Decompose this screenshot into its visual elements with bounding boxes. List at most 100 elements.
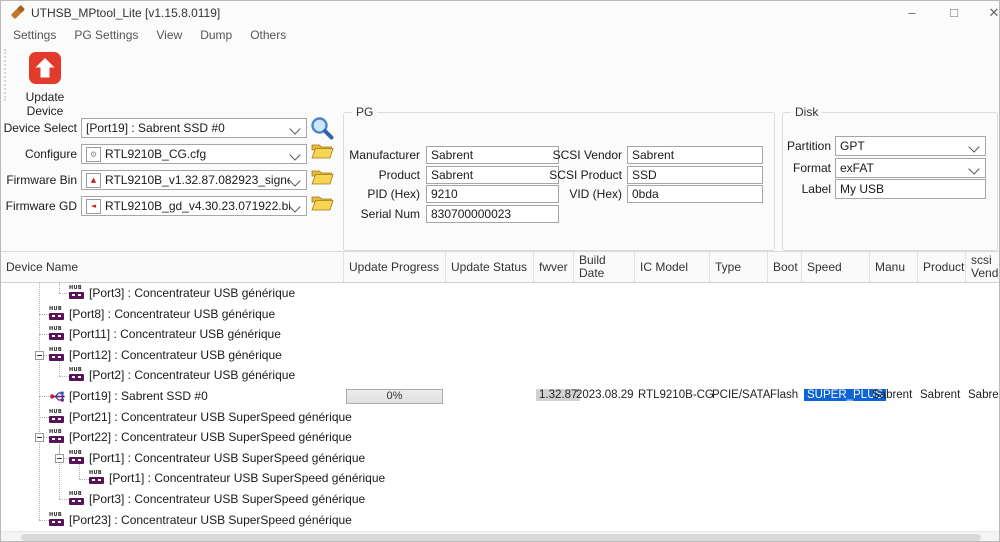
update-device-label: Update Device	[7, 90, 83, 118]
combo-firmware-gd[interactable]: ◄RTL9210B_gd_v4.30.23.071922.bin	[81, 196, 307, 216]
close-button[interactable]: ✕	[979, 1, 1000, 25]
gd-file-icon: ◄	[86, 199, 101, 214]
tree-row[interactable]: HUB[Port12] : Concentrateur USB génériqu…	[1, 345, 1000, 366]
input-value: Sabrent	[431, 148, 473, 162]
hub-icon-bar	[49, 313, 64, 320]
tree-row[interactable]: HUB[Port1] : Concentrateur USB SuperSpee…	[1, 448, 1000, 469]
hub-icon-bar	[69, 292, 84, 299]
hub-icon-bar	[89, 477, 104, 484]
scrollbar-thumb[interactable]	[21, 534, 981, 541]
usb-hub-icon: HUB	[49, 348, 65, 362]
tree-connector-line	[39, 520, 49, 521]
tree-item-label: [Port11] : Concentrateur USB générique	[69, 327, 281, 341]
minus-glyph	[37, 437, 42, 438]
column-header-update-progress[interactable]: Update Progress	[344, 252, 446, 282]
tree-row[interactable]: HUB[Port2] : Concentrateur USB générique	[1, 365, 1000, 386]
pg-input-serial-num[interactable]: 830700000023	[426, 205, 559, 223]
hub-icon-bar	[49, 519, 64, 526]
tree-expander-collapse[interactable]	[55, 454, 64, 463]
column-header-build-date[interactable]: Build Date	[574, 252, 635, 282]
cell-manu: Sabrent	[872, 389, 912, 401]
column-header-product[interactable]: Product	[918, 252, 966, 282]
hub-icon-bar	[49, 333, 64, 340]
disk-format-combo[interactable]: exFAT	[835, 158, 986, 178]
tree-expander-collapse[interactable]	[35, 433, 44, 442]
tree-connector-line	[39, 396, 49, 397]
menu-item-dump[interactable]: Dump	[191, 28, 241, 42]
tree-item-label: [Port8] : Concentrateur USB générique	[69, 307, 275, 321]
disk-partition-combo[interactable]: GPT	[835, 136, 986, 156]
column-header-update-status[interactable]: Update Status	[446, 252, 534, 282]
hub-icon-bar	[69, 374, 84, 381]
combo-device-select[interactable]: [Port19] : Sabrent SSD #0	[81, 118, 307, 138]
minimize-button[interactable]: –	[897, 1, 927, 25]
usb-hub-icon: HUB	[49, 327, 65, 341]
app-window: UTHSB_MPtool_Lite [v1.15.8.0119] – □ ✕ S…	[0, 0, 1000, 542]
combo-firmware-bin[interactable]: ▲RTL9210B_v1.32.87.082923_signed.bin	[81, 170, 307, 190]
tree-row[interactable]: HUB [Port8] : Concentrateur USB générique	[1, 304, 1000, 325]
chevron-down-icon	[968, 163, 979, 174]
column-header-type[interactable]: Type	[710, 252, 768, 282]
tree-row[interactable]: HUB [Port11] : Concentrateur USB génériqu…	[1, 324, 1000, 345]
hub-icon-text: HUB	[69, 368, 85, 373]
column-header-boot[interactable]: Boot	[768, 252, 802, 282]
open-folder-button[interactable]	[311, 167, 334, 189]
hub-icon-bar	[69, 457, 84, 464]
combo-value: RTL9210B_v1.32.87.082923_signed.bin	[105, 173, 290, 187]
usb-hub-icon: HUB	[49, 410, 65, 424]
column-header-manu[interactable]: Manu	[870, 252, 918, 282]
cfg-file-icon: ⚙	[86, 147, 101, 162]
usb-hub-icon: HUB	[69, 286, 85, 300]
column-header-fwver[interactable]: fwver	[534, 252, 574, 282]
tree-row[interactable]: [Port19] : Sabrent SSD #00%1.32.872023.0…	[1, 386, 1000, 407]
column-header-scsi-vendor[interactable]: scsi Vendor	[966, 252, 1000, 282]
disk-label-2: Label	[783, 182, 831, 196]
pg-input-scsi-product[interactable]: SSD	[627, 166, 763, 184]
disk-label-0: Partition	[783, 139, 831, 153]
disk-label-input[interactable]: My USB	[835, 179, 986, 199]
tree-expander-collapse[interactable]	[35, 351, 44, 360]
column-header-ic-model[interactable]: IC Model	[635, 252, 710, 282]
tree-item-label: [Port19] : Sabrent SSD #0	[69, 389, 208, 403]
hub-icon-text: HUB	[49, 430, 65, 435]
form-label-3: Firmware GD	[1, 199, 77, 213]
menu-item-view[interactable]: View	[147, 28, 191, 42]
column-header-device-name[interactable]: Device Name	[1, 252, 344, 282]
tree-row[interactable]: HUB[Port3] : Concentrateur USB générique	[1, 283, 1000, 304]
menu-item-settings[interactable]: Settings	[4, 28, 65, 42]
pg-label-1: Product	[344, 168, 420, 182]
search-icon[interactable]	[309, 115, 335, 144]
pg-label-r-1: SCSI Product	[542, 168, 622, 182]
pg-input-manufacturer[interactable]: Sabrent	[426, 146, 559, 164]
hub-icon-text: HUB	[49, 307, 65, 312]
tree-row[interactable]: HUB[Port3] : Concentrateur USB SuperSpee…	[1, 489, 1000, 510]
maximize-button[interactable]: □	[939, 1, 969, 25]
column-header-speed[interactable]: Speed	[802, 252, 870, 282]
tree-row[interactable]: HUB[Port23] : Concentrateur USB SuperSpe…	[1, 510, 1000, 531]
input-value: GPT	[840, 139, 865, 153]
pg-input-pid-hex-[interactable]: 9210	[426, 185, 559, 203]
menu-item-others[interactable]: Others	[241, 28, 295, 42]
chevron-down-icon	[289, 201, 300, 212]
update-device-button[interactable]: Update Device	[7, 51, 83, 118]
menu-item-pg-settings[interactable]: PG Settings	[65, 28, 147, 42]
cell-type: PCIE/SATA	[712, 389, 770, 401]
cell-boot: Flash	[770, 389, 798, 401]
pg-input-vid-hex-[interactable]: 0bda	[627, 185, 763, 203]
pg-label-2: PID (Hex)	[344, 187, 420, 201]
open-folder-button[interactable]	[311, 141, 334, 163]
update-progress-bar: 0%	[346, 389, 443, 404]
pg-input-scsi-vendor[interactable]: Sabrent	[627, 146, 763, 164]
tree-row[interactable]: HUB[Port1] : Concentrateur USB SuperSpee…	[1, 468, 1000, 489]
tree-row[interactable]: HUB[Port22] : Concentrateur USB SuperSpe…	[1, 427, 1000, 448]
form-label-2: Firmware Bin	[1, 173, 77, 187]
horizontal-scrollbar[interactable]	[1, 531, 1000, 542]
input-value: Sabrent	[431, 168, 473, 182]
open-folder-button[interactable]	[311, 193, 334, 215]
combo-configure[interactable]: ⚙RTL9210B_CG.cfg	[81, 144, 307, 164]
pg-input-product[interactable]: Sabrent	[426, 166, 559, 184]
input-value: My USB	[840, 182, 884, 196]
tree-row[interactable]: HUB[Port21] : Concentrateur USB SuperSpe…	[1, 407, 1000, 428]
cell-ic-model: RTL9210B-CG	[638, 389, 714, 401]
input-value: 0bda	[632, 187, 659, 201]
